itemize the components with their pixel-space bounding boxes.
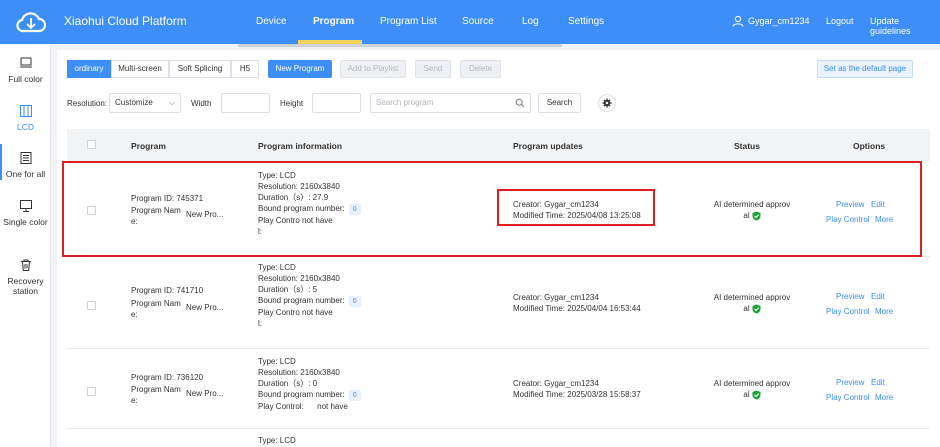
program-name: New Pro... — [186, 303, 224, 312]
row-checkbox[interactable] — [87, 387, 96, 396]
header-program-updates: Program updates — [513, 141, 583, 151]
sidebar: Full color LCD One for all Single color … — [0, 44, 51, 447]
table-row: Program ID: 741710 Program Nam e: New Pro… — [67, 258, 930, 349]
list-icon — [20, 152, 31, 164]
top-nav: Xiaohui Cloud Platform Device Program Pr… — [0, 0, 940, 44]
header-status: Status — [734, 141, 760, 151]
gear-icon[interactable] — [598, 94, 616, 112]
nav-log[interactable]: Log — [522, 16, 539, 27]
tab-soft-splicing[interactable]: Soft Splicing — [169, 60, 231, 78]
send-button[interactable]: Send — [415, 60, 451, 78]
brand-name: Xiaohui Cloud Platform — [64, 14, 187, 28]
chevron-down-icon: ⌵ — [168, 98, 175, 107]
more-link[interactable]: More — [875, 307, 893, 316]
approved-shield-icon — [752, 304, 761, 314]
highlight-row-box — [62, 161, 922, 257]
sidebar-item-single-color[interactable]: Single color — [0, 199, 51, 227]
tab-h5[interactable]: H5 — [231, 60, 259, 78]
status-text: AI determined approv al — [713, 379, 791, 400]
program-name: New Pro... — [186, 389, 224, 398]
program-info: Type: LCD Resolution: 2160x3840 Duration… — [258, 262, 418, 329]
sidebar-item-label: Single color — [3, 217, 48, 227]
search-placeholder: Search program — [376, 98, 434, 107]
table-row: Program ID: 736120 Program Nam e: New Pro… — [67, 350, 930, 429]
search-input[interactable]: Search program — [370, 93, 531, 113]
program-updates: Creator: Gygar_cm1234 Modified Time: 202… — [513, 379, 641, 399]
header-program: Program — [131, 141, 166, 151]
add-to-playlist-button[interactable]: Add to Playlist — [340, 60, 406, 78]
approved-shield-icon — [752, 390, 761, 400]
width-input[interactable] — [221, 93, 270, 113]
header-program-information: Program information — [258, 141, 343, 151]
monitor-icon — [19, 57, 32, 68]
lcd-panel-icon — [19, 105, 32, 117]
status-text: AI determined approv al — [713, 293, 791, 314]
nav-settings[interactable]: Settings — [568, 16, 604, 27]
table-header: Program Program information Program upda… — [67, 129, 930, 161]
bound-count-badge: 0 — [348, 390, 361, 401]
header-options: Options — [853, 141, 886, 151]
sidebar-item-lcd[interactable]: LCD — [0, 104, 51, 132]
program-updates: Creator: Gygar_cm1234 Modified Time: 202… — [513, 293, 641, 313]
sidebar-item-full-color[interactable]: Full color — [0, 56, 51, 84]
nav-program-list[interactable]: Program List — [380, 16, 437, 27]
program-name-label: Program Nam e: — [131, 299, 181, 319]
program-name-label: Program Nam e: — [131, 385, 181, 405]
program-id: Program ID: 741710 — [131, 286, 204, 295]
program-info: Type: LCD Resolution: 2160x3840 Duration… — [258, 356, 418, 412]
preview-link[interactable]: Preview — [836, 292, 864, 301]
select-all-checkbox[interactable] — [87, 140, 96, 149]
table-row: Type: LCD — [67, 430, 930, 447]
nav-program[interactable]: Program — [313, 16, 354, 27]
width-label: Width — [191, 99, 212, 108]
resolution-label: Resolution: — [67, 99, 108, 108]
update-guidelines-link[interactable]: Update guidelines — [870, 16, 940, 36]
edit-link[interactable]: Edit — [871, 292, 885, 301]
new-program-button[interactable]: New Program — [268, 60, 332, 78]
sidebar-item-label: Recovery station — [7, 276, 44, 296]
monitor-stand-icon — [19, 200, 32, 212]
preview-link[interactable]: Preview — [836, 378, 864, 387]
username[interactable]: Gygar_cm1234 — [748, 16, 810, 26]
height-label: Height — [280, 99, 304, 108]
search-icon — [515, 98, 525, 108]
set-default-page-button[interactable]: Set as the default page — [817, 60, 913, 78]
resolution-select[interactable]: Customize ⌵ — [109, 93, 181, 113]
row-checkbox[interactable] — [87, 301, 96, 310]
logout-link[interactable]: Logout — [826, 16, 854, 26]
sidebar-item-recovery-station[interactable]: Recovery station — [0, 258, 51, 296]
nav-device[interactable]: Device — [256, 16, 287, 27]
play-control-link[interactable]: Play Control — [826, 393, 870, 402]
more-link[interactable]: More — [875, 393, 893, 402]
sidebar-item-label: LCD — [16, 122, 34, 132]
program-info: Type: LCD — [258, 436, 296, 445]
cloud-logo-icon — [16, 12, 46, 33]
delete-button[interactable]: Delete — [460, 60, 501, 78]
resolution-select-value: Customize — [115, 98, 153, 107]
bound-count-badge: 0 — [348, 296, 361, 307]
tab-multi-screen[interactable]: Multi-screen — [111, 60, 169, 78]
sidebar-item-one-for-all[interactable]: One for all — [0, 151, 51, 179]
height-input[interactable] — [312, 93, 361, 113]
horizontal-scrollbar[interactable] — [238, 44, 562, 47]
user-icon — [732, 15, 744, 27]
edit-link[interactable]: Edit — [871, 378, 885, 387]
tab-ordinary[interactable]: ordinary — [67, 60, 111, 78]
sidebar-item-label: One for all — [5, 169, 46, 179]
play-control-link[interactable]: Play Control — [826, 307, 870, 316]
trash-icon — [20, 259, 31, 271]
nav-source[interactable]: Source — [462, 16, 494, 27]
sidebar-item-label: Full color — [8, 74, 43, 84]
program-id: Program ID: 736120 — [131, 373, 204, 382]
search-button[interactable]: Search — [538, 93, 581, 113]
highlight-updates-box — [497, 189, 655, 226]
